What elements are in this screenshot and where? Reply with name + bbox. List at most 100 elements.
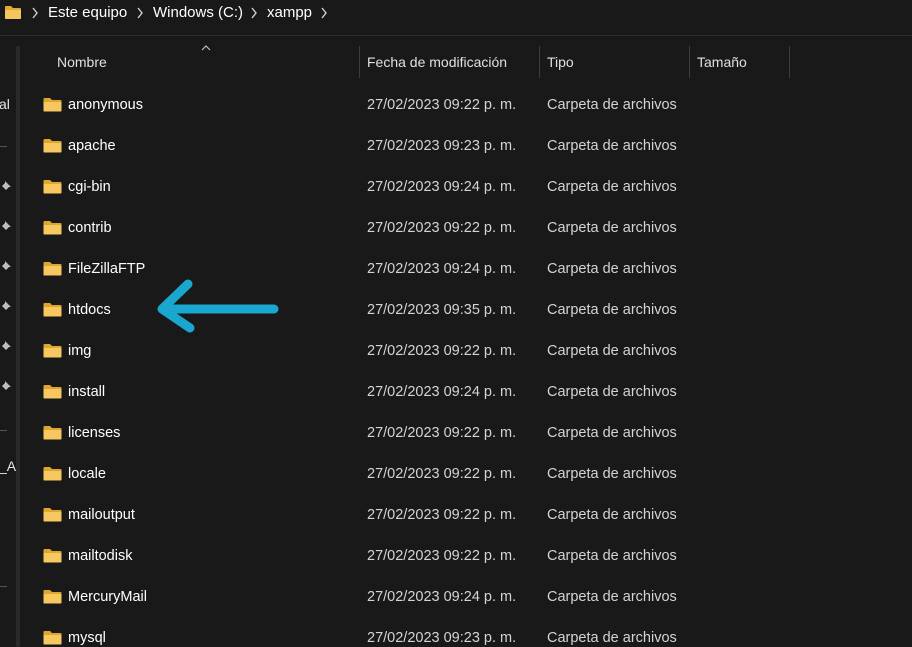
file-date: 27/02/2023 09:22 p. m. <box>367 343 517 359</box>
list-item[interactable]: mysql 27/02/2023 09:23 p. m. Carpeta de … <box>24 621 884 647</box>
pin-icon <box>1 381 11 391</box>
folder-icon <box>5 6 21 19</box>
file-type: Carpeta de archivos <box>547 302 677 318</box>
file-type: Carpeta de archivos <box>547 630 677 646</box>
file-name: apache <box>68 138 116 154</box>
folder-icon <box>43 549 62 563</box>
file-name: cgi-bin <box>68 179 111 195</box>
column-separator[interactable] <box>539 46 540 78</box>
file-type: Carpeta de archivos <box>547 179 677 195</box>
nav-item-label[interactable]: al <box>0 96 10 112</box>
chevron-right-icon[interactable] <box>320 7 328 19</box>
list-item[interactable]: MercuryMail 27/02/2023 09:24 p. m. Carpe… <box>24 580 884 614</box>
column-size-header[interactable]: Tamaño <box>697 44 747 78</box>
file-name: htdocs <box>68 302 111 318</box>
list-item[interactable]: licenses 27/02/2023 09:22 p. m. Carpeta … <box>24 416 884 450</box>
file-date: 27/02/2023 09:22 p. m. <box>367 220 517 236</box>
file-date: 27/02/2023 09:22 p. m. <box>367 507 517 523</box>
list-item[interactable]: install 27/02/2023 09:24 p. m. Carpeta d… <box>24 375 884 409</box>
file-name: anonymous <box>68 97 143 113</box>
file-date: 27/02/2023 09:24 p. m. <box>367 589 517 605</box>
file-date: 27/02/2023 09:22 p. m. <box>367 425 517 441</box>
file-type: Carpeta de archivos <box>547 466 677 482</box>
breadcrumb: Este equipo Windows (C:) xampp <box>0 0 912 28</box>
column-separator[interactable] <box>689 46 690 78</box>
list-item[interactable]: mailtodisk 27/02/2023 09:22 p. m. Carpet… <box>24 539 884 573</box>
file-name: mailoutput <box>68 507 135 523</box>
pin-icon <box>1 341 11 351</box>
breadcrumb-item-este-equipo[interactable]: Este equipo <box>48 4 127 22</box>
list-item[interactable]: mailoutput 27/02/2023 09:22 p. m. Carpet… <box>24 498 884 532</box>
file-date: 27/02/2023 09:24 p. m. <box>367 179 517 195</box>
file-date: 27/02/2023 09:22 p. m. <box>367 548 517 564</box>
folder-icon <box>43 508 62 522</box>
toolbar-divider <box>0 35 912 36</box>
file-type: Carpeta de archivos <box>547 343 677 359</box>
file-name: licenses <box>68 425 121 441</box>
pin-icon <box>1 221 11 231</box>
breadcrumb-item-xampp[interactable]: xampp <box>267 4 312 22</box>
column-type-header[interactable]: Tipo <box>547 44 574 78</box>
folder-icon <box>43 262 62 276</box>
sort-ascending-icon <box>201 45 211 51</box>
file-name: contrib <box>68 220 112 236</box>
file-type: Carpeta de archivos <box>547 425 677 441</box>
folder-icon <box>43 98 62 112</box>
file-date: 27/02/2023 09:35 p. m. <box>367 302 517 318</box>
file-type: Carpeta de archivos <box>547 97 677 113</box>
list-item[interactable]: cgi-bin 27/02/2023 09:24 p. m. Carpeta d… <box>24 170 884 204</box>
folder-icon <box>43 426 62 440</box>
file-name: mysql <box>68 630 106 646</box>
nav-item-label[interactable]: _A <box>0 458 16 474</box>
chevron-right-icon[interactable] <box>31 7 39 19</box>
file-type: Carpeta de archivos <box>547 589 677 605</box>
column-header: Nombre Fecha de modificación Tipo Tamaño <box>24 44 912 80</box>
file-date: 27/02/2023 09:22 p. m. <box>367 97 517 113</box>
file-name: FileZillaFTP <box>68 261 146 277</box>
folder-icon <box>43 221 62 235</box>
nav-divider <box>0 586 7 587</box>
breadcrumb-item-windows-c[interactable]: Windows (C:) <box>153 4 243 22</box>
pin-icon <box>1 181 11 191</box>
file-name: MercuryMail <box>68 589 147 605</box>
file-name: img <box>68 343 92 359</box>
file-date: 27/02/2023 09:23 p. m. <box>367 138 517 154</box>
nav-divider <box>0 430 7 431</box>
folder-icon <box>43 385 62 399</box>
arrow-left-annotation <box>157 279 279 333</box>
column-separator[interactable] <box>359 46 360 78</box>
folder-icon <box>43 631 62 645</box>
list-item[interactable]: apache 27/02/2023 09:23 p. m. Carpeta de… <box>24 129 884 163</box>
file-type: Carpeta de archivos <box>547 384 677 400</box>
column-separator[interactable] <box>789 46 790 78</box>
nav-scrollbar[interactable] <box>16 46 20 647</box>
folder-icon <box>43 467 62 481</box>
chevron-right-icon[interactable] <box>250 7 258 19</box>
file-date: 27/02/2023 09:24 p. m. <box>367 384 517 400</box>
file-date: 27/02/2023 09:23 p. m. <box>367 630 517 646</box>
folder-icon <box>43 303 62 317</box>
file-type: Carpeta de archivos <box>547 261 677 277</box>
folder-icon <box>43 590 62 604</box>
list-item[interactable]: anonymous 27/02/2023 09:22 p. m. Carpeta… <box>24 88 884 122</box>
pin-icon <box>1 261 11 271</box>
folder-icon <box>43 139 62 153</box>
file-date: 27/02/2023 09:24 p. m. <box>367 261 517 277</box>
list-item[interactable]: img 27/02/2023 09:22 p. m. Carpeta de ar… <box>24 334 884 368</box>
column-name-header[interactable]: Nombre <box>57 44 107 78</box>
file-type: Carpeta de archivos <box>547 548 677 564</box>
file-date: 27/02/2023 09:22 p. m. <box>367 466 517 482</box>
list-item[interactable]: contrib 27/02/2023 09:22 p. m. Carpeta d… <box>24 211 884 245</box>
column-date-header[interactable]: Fecha de modificación <box>367 44 507 78</box>
chevron-right-icon[interactable] <box>136 7 144 19</box>
file-name: mailtodisk <box>68 548 133 564</box>
nav-divider <box>0 146 7 147</box>
file-explorer-window: Este equipo Windows (C:) xampp al _A Nom… <box>0 0 912 647</box>
file-type: Carpeta de archivos <box>547 138 677 154</box>
list-item[interactable]: locale 27/02/2023 09:22 p. m. Carpeta de… <box>24 457 884 491</box>
pin-icon <box>1 301 11 311</box>
file-type: Carpeta de archivos <box>547 507 677 523</box>
file-name: locale <box>68 466 106 482</box>
folder-icon <box>43 344 62 358</box>
navigation-pane: al _A <box>0 36 16 647</box>
